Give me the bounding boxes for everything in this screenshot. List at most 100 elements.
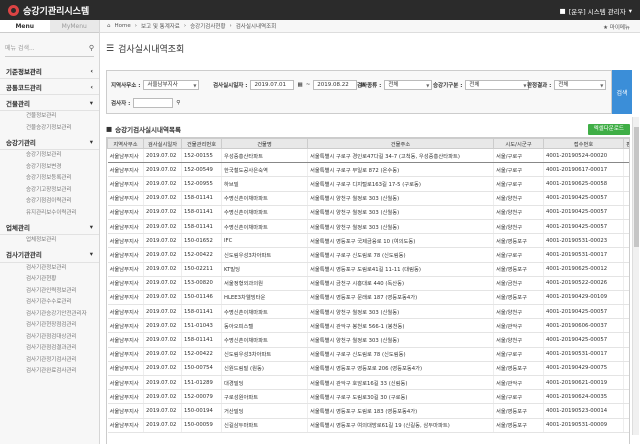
menu-search-input[interactable]: 메뉴 검색... ⚲ — [5, 39, 94, 57]
table-cell — [623, 332, 629, 348]
table-row[interactable]: 서울남부지사 2019.07.02 150-00194 거산빌딩 서울특별시 영등포구 … — [107, 403, 629, 419]
column-header[interactable]: 건물관리번호 — [181, 138, 222, 149]
date-from-input[interactable]: 2019.07.01 — [250, 80, 295, 90]
table-row[interactable]: 서울남부지사 2019.07.02 150-01146 HLEE3차웰빙타운 서울특별시… — [107, 290, 629, 306]
sidebar-item[interactable]: 유지관리보수이력관리 — [0, 208, 99, 220]
table-cell: IFC — [221, 233, 308, 249]
column-header[interactable]: 판 — [623, 138, 629, 149]
column-header[interactable]: 접수번호 — [543, 138, 624, 149]
sidebar-item[interactable]: 승강기정보변경 — [0, 162, 99, 174]
sidebar-item[interactable]: 승강기점검이력관리 — [0, 196, 99, 208]
sidebar-group[interactable]: 공통코드관리 ‹ — [0, 79, 99, 95]
table-cell: 서울남부지사 — [107, 332, 144, 348]
tab-mymenu[interactable]: MyMenu — [49, 20, 99, 32]
sidebar-group[interactable]: 승강기관리 ▾ — [0, 134, 99, 150]
table-row[interactable]: 서울남부지사 2019.07.02 158-01141 수명신촌이채마파트 서울특별시 … — [107, 205, 629, 220]
table-row[interactable]: 서울남부지사 2019.07.02 158-01141 수명신촌이채마파트 서울특별시 … — [107, 191, 629, 206]
list-icon: ☰ — [106, 43, 115, 54]
result-select[interactable]: 전체 — [554, 80, 607, 90]
user-name: [운우] 시스템 관리자 — [568, 8, 626, 16]
sidebar-item[interactable]: 검사기관현장점검관리 — [0, 320, 99, 332]
table-cell: 152-00422 — [181, 347, 222, 362]
table-row[interactable]: 서울남부지사 2019.07.02 158-01141 수명신촌이채마파트 서울특별시 … — [107, 332, 629, 348]
breadcrumb-home[interactable]: Home — [115, 23, 131, 29]
table-row[interactable]: 서울남부지사 2019.07.02 152-00155 우성중흥산타파트 서울특별시 구… — [107, 147, 629, 164]
table-cell: 서울/구로구 — [493, 176, 544, 192]
calendar-icon[interactable]: ▦ — [297, 82, 302, 88]
sidebar-item[interactable]: 검사기관점검결과관리 — [0, 343, 99, 355]
table-cell: 158-01141 — [181, 219, 222, 235]
table-row[interactable]: 서울남부지사 2019.07.02 152-00955 하브빌 서울특별시 구로구 디지… — [107, 176, 629, 192]
app-logo[interactable]: 승강기관리시스템 — [8, 4, 89, 17]
table-cell — [623, 219, 629, 235]
office-select[interactable]: 서울남부지사 — [143, 80, 200, 90]
my-menu-link[interactable]: ★ 마이메뉴 — [603, 23, 630, 31]
table-cell: 4001-20190425-00057 — [543, 219, 624, 235]
table-cell: 서울남부지사 — [107, 205, 144, 220]
table-cell: 서울/구로구 — [493, 347, 544, 362]
sidebar-item[interactable]: 검사기관정보관리 — [0, 263, 99, 275]
column-header[interactable]: 지역사무소 — [107, 138, 144, 149]
column-header[interactable]: 시도/시군구 — [493, 138, 544, 149]
sidebar-group[interactable]: 기준정보관리 ‹ — [0, 63, 99, 79]
sidebar-group[interactable]: 검사기관관리 ▾ — [0, 247, 99, 263]
table-cell: 서울/양천구 — [493, 304, 544, 320]
breadcrumb-item[interactable]: 보고 및 통계자료 — [141, 22, 180, 30]
column-header[interactable]: 건물명 — [221, 138, 308, 149]
table-cell: 서울특별시 구로구 경인로47다길 34-7 (고척동, 우성중흥산타파트) — [307, 147, 494, 164]
search-icon[interactable]: ⚲ — [89, 44, 94, 52]
table-cell: 서울특별시 양천구 월정로 303 (신월동) — [307, 219, 494, 235]
column-header[interactable]: 검사실시일자 — [143, 138, 182, 149]
sidebar-item[interactable]: 검사기관완료검사관리 — [0, 366, 99, 378]
sidebar-group[interactable]: 건물관리 ▾ — [0, 95, 99, 111]
table-row[interactable]: 서울남부지사 2019.07.02 151-01043 동아오피스텔 서울특별시 관악구… — [107, 318, 629, 334]
type-select[interactable]: 전체 — [384, 80, 433, 90]
search-filter-panel: 지역사무소 : 서울남부지사 검사실시일자 : 2019.07.01 ▦ ~ 2… — [106, 70, 612, 114]
table-row[interactable]: 서울남부지사 2019.07.02 153-00820 서울정형외과의원 서울특별시 금… — [107, 276, 629, 291]
sidebar-item[interactable]: 검사기관인력정보관리 — [0, 286, 99, 298]
sidebar-item[interactable]: 검사기관수수료관리 — [0, 297, 99, 309]
search-icon[interactable]: ⚲ — [176, 100, 180, 106]
breadcrumb-item[interactable]: 승강기검사현황 — [190, 22, 225, 30]
column-header[interactable]: 건물주소 — [307, 138, 494, 149]
table-row[interactable]: 서울남부지사 2019.07.02 150-01652 IFC 서울특별시 영등포구 국… — [107, 233, 629, 249]
table-row[interactable]: 서울남부지사 2019.07.02 152-00422 신도림우성3차아파트 서울특별시… — [107, 347, 629, 362]
office-label: 지역사무소 : — [111, 83, 141, 89]
table-cell: 153-00820 — [181, 276, 222, 291]
table-row[interactable]: 서울남부지사 2019.07.02 150-02211 KT빌딩 서울특별시 영등포구 … — [107, 262, 629, 277]
chevron-down-icon: ▾ — [628, 7, 632, 15]
sidebar-item[interactable]: 검사기관현황 — [0, 274, 99, 286]
date-to-input[interactable]: 2019.08.22 — [313, 80, 358, 90]
search-button[interactable]: 검색 — [612, 70, 632, 114]
table-row[interactable]: 서울남부지사 2019.07.02 158-01141 수명신촌이채마파트 서울특별시 … — [107, 219, 629, 235]
sidebar-item[interactable]: 검사기관정기검사관리 — [0, 355, 99, 367]
chevron-icon: ‹ — [90, 82, 93, 91]
sidebar-item[interactable]: 건물정보관리 — [0, 111, 99, 123]
table-cell: 서울남부지사 — [107, 147, 144, 164]
table-row[interactable]: 서울남부지사 2019.07.02 152-00079 구로성원아파트 서울특별시 구로… — [107, 389, 629, 405]
scroll-thumb[interactable] — [634, 127, 639, 247]
kind-select[interactable]: 전체 — [465, 80, 530, 90]
inspector-input[interactable] — [133, 98, 174, 108]
sidebar-item[interactable]: 승강기정보관리 — [0, 150, 99, 162]
sidebar-item[interactable]: 검사기관승강기안전관리자 — [0, 309, 99, 321]
table-row[interactable]: 서울남부지사 2019.07.02 152-00549 한국철도공사은숙역 서울특별시 … — [107, 162, 629, 178]
table-row[interactable]: 서울남부지사 2019.07.02 150-00059 신길삼두마파트 서울특별시 영등… — [107, 418, 629, 433]
table-cell: 서울남부지사 — [107, 304, 144, 320]
table-row[interactable]: 서울남부지사 2019.07.02 152-00422 신도림우성3차아파트 서울특별시… — [107, 247, 629, 263]
vertical-scrollbar[interactable] — [632, 117, 639, 435]
user-menu[interactable]: ■ [운우] 시스템 관리자 ▾ — [560, 6, 632, 16]
excel-download-button[interactable]: 엑셀다운로드 — [587, 123, 630, 135]
sidebar-item[interactable]: 건물승강기정보관리 — [0, 123, 99, 135]
table-row[interactable]: 서울남부지사 2019.07.02 158-01141 수명신촌이채마파트 서울특별시 … — [107, 304, 629, 320]
tab-menu[interactable]: Menu — [0, 20, 50, 32]
table-cell: 서울남부지사 — [107, 276, 144, 291]
table-row[interactable]: 서울남부지사 2019.07.02 150-00754 신원드림빌 (원동) 서울특별시… — [107, 361, 629, 377]
sidebar-item[interactable]: 검사기관점검대상관리 — [0, 332, 99, 344]
table-row[interactable]: 서울남부지사 2019.07.02 151-01289 대경빌딩 서울특별시 관악구 호… — [107, 375, 629, 391]
sidebar-group[interactable]: 업체관리 ▾ — [0, 219, 99, 235]
table-cell — [623, 191, 629, 206]
sidebar-item[interactable]: 승강기정보등록관리 — [0, 173, 99, 185]
sidebar-item[interactable]: 승강기고장정보관리 — [0, 185, 99, 197]
sidebar-item[interactable]: 업체정보관리 — [0, 235, 99, 247]
